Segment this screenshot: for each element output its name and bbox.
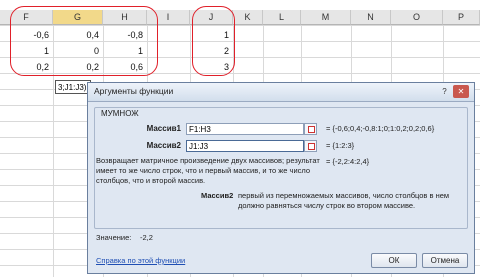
column-header-n[interactable]: N xyxy=(351,10,391,25)
highlight-oval-matrix2 xyxy=(192,6,235,76)
arg1-input[interactable]: F1:H3 xyxy=(186,123,304,135)
param-help-name: Массив2 xyxy=(201,191,234,200)
function-description: Возвращает матричное произведение двух м… xyxy=(96,156,320,185)
arg2-collapse-icon[interactable] xyxy=(304,140,317,152)
cell-formula-fragment[interactable]: 3;J1:J3) xyxy=(55,80,91,94)
arg1-result: = {-0,6;0,4;-0,8:1;0;1:0,2;0,2;0,6} xyxy=(326,124,435,133)
arg1-label: Массив1 xyxy=(146,124,181,133)
value-result: -2,2 xyxy=(140,233,153,242)
arg2-input[interactable]: J1:J3 xyxy=(186,140,304,152)
arg1-collapse-icon[interactable] xyxy=(304,123,317,135)
value-label: Значение: xyxy=(96,233,132,242)
cancel-button[interactable]: Отмена xyxy=(422,253,468,268)
param-help-text: первый из перемножаемых массивов, число … xyxy=(238,191,450,210)
formula-result: = {-2,2:4:2,4} xyxy=(326,157,370,166)
help-icon[interactable]: ? xyxy=(439,86,450,97)
dialog-title: Аргументы функции xyxy=(94,86,174,96)
help-link[interactable]: Справка по этой функции xyxy=(96,256,185,265)
highlight-oval-matrix1 xyxy=(10,6,158,76)
close-icon[interactable]: ✕ xyxy=(453,85,469,98)
function-arguments-dialog: Аргументы функции ? ✕ МУМНОЖ Массив1 F1:… xyxy=(87,82,475,274)
function-name: МУМНОЖ xyxy=(101,109,139,118)
ok-button[interactable]: ОК xyxy=(371,253,417,268)
column-header-o[interactable]: O xyxy=(391,10,443,25)
arg2-label: Массив2 xyxy=(146,141,181,150)
column-header-m[interactable]: M xyxy=(301,10,351,25)
column-header-p[interactable]: P xyxy=(443,10,480,25)
dialog-titlebar[interactable]: Аргументы функции xyxy=(88,83,474,102)
column-header-k[interactable]: K xyxy=(233,10,263,25)
arg2-result: = {1:2:3} xyxy=(326,141,355,150)
column-header-l[interactable]: L xyxy=(263,10,301,25)
